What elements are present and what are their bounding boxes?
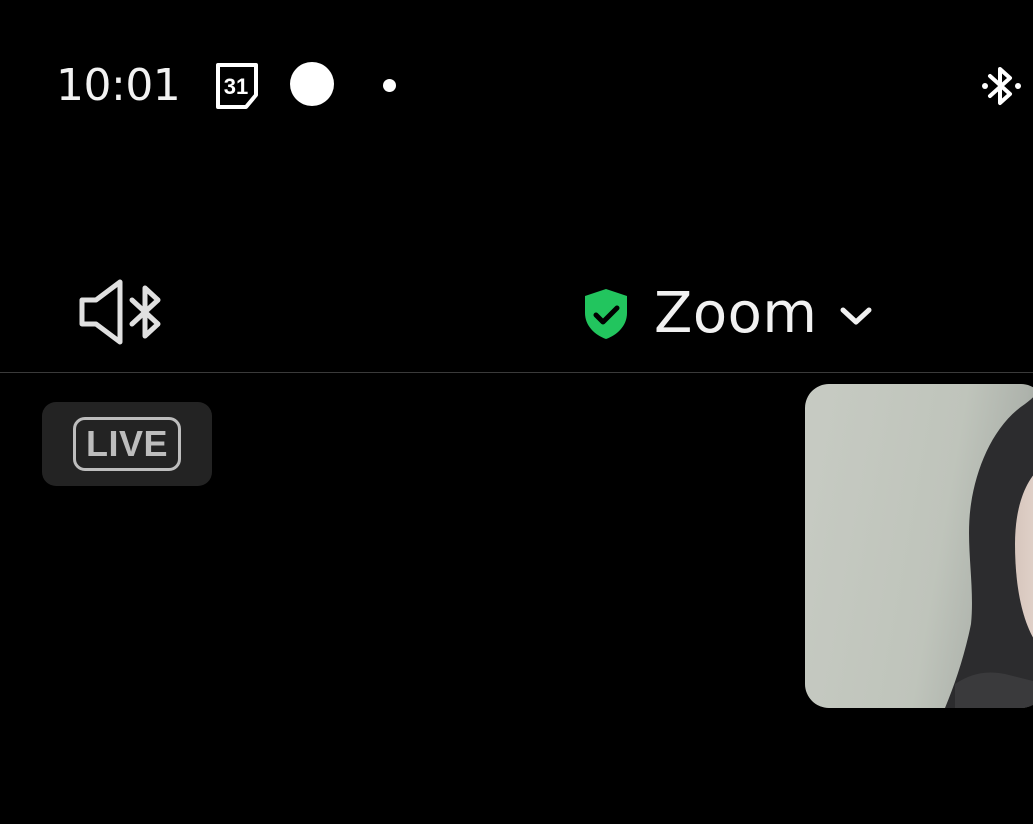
toolbar-divider	[0, 372, 1033, 373]
calendar-day: 31	[224, 74, 248, 99]
chevron-down-icon	[840, 307, 872, 325]
audio-output-button[interactable]	[74, 274, 170, 350]
speaker-bluetooth-icon	[79, 279, 161, 345]
notification-circle-icon	[290, 62, 334, 106]
shield-check-icon	[585, 289, 627, 339]
meeting-toolbar: Zoom	[0, 260, 1033, 372]
meeting-title: Zoom	[654, 281, 818, 346]
bluetooth-icon	[982, 67, 1021, 105]
live-label: LIVE	[72, 417, 181, 471]
calendar-icon: 31	[216, 63, 258, 109]
meeting-title-button[interactable]: Zoom	[580, 276, 873, 352]
status-bar: 10:01 31	[0, 0, 1033, 170]
participant-video	[945, 397, 1033, 708]
self-video-thumbnail[interactable]	[805, 384, 1033, 708]
notification-dot-icon	[383, 79, 396, 92]
live-badge[interactable]: LIVE	[42, 402, 212, 486]
status-time: 10:01	[56, 60, 181, 111]
